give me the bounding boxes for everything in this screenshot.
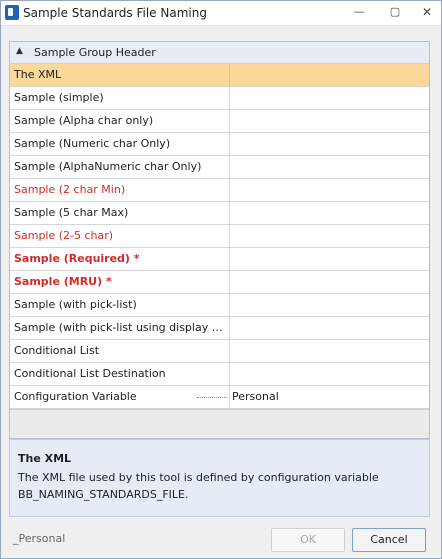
property-row-alphanumeric[interactable]: Sample (AlphaNumeric char Only) bbox=[10, 156, 429, 179]
property-value[interactable] bbox=[230, 202, 429, 224]
status-text: _Personal bbox=[13, 532, 66, 545]
property-name: Sample (AlphaNumeric char Only) bbox=[10, 156, 230, 178]
property-name: Sample (Required) * bbox=[10, 248, 230, 270]
property-value[interactable] bbox=[230, 225, 429, 247]
ok-button[interactable]: OK bbox=[271, 528, 345, 552]
title-bar[interactable]: Sample Standards File Naming — ▢ ✕ bbox=[1, 1, 441, 26]
group-header[interactable]: ▲ Sample Group Header bbox=[10, 42, 429, 64]
property-value[interactable] bbox=[230, 110, 429, 132]
property-row-5-char-max[interactable]: Sample (5 char Max) bbox=[10, 202, 429, 225]
property-row-2-char-min[interactable]: Sample (2 char Min) bbox=[10, 179, 429, 202]
window-title: Sample Standards File Naming bbox=[23, 6, 207, 20]
property-name: Sample (5 char Max) bbox=[10, 202, 230, 224]
property-name: Sample (2-5 char) bbox=[10, 225, 230, 247]
property-name: Sample (MRU) * bbox=[10, 271, 230, 293]
property-name: The XML bbox=[10, 64, 230, 86]
property-value[interactable] bbox=[230, 179, 429, 201]
property-name: Sample (with pick-list using display nam… bbox=[10, 317, 230, 339]
group-title: Sample Group Header bbox=[34, 46, 156, 59]
collapse-icon[interactable]: ▲ bbox=[16, 46, 23, 56]
property-name: Sample (with pick-list) bbox=[10, 294, 230, 316]
property-value[interactable] bbox=[230, 271, 429, 293]
property-row-numeric[interactable]: Sample (Numeric char Only) bbox=[10, 133, 429, 156]
property-name: Sample (simple) bbox=[10, 87, 230, 109]
minimize-icon[interactable]: — bbox=[351, 5, 367, 19]
property-value[interactable] bbox=[230, 294, 429, 316]
property-row-mru[interactable]: Sample (MRU) * bbox=[10, 271, 429, 294]
property-row-2-5-char[interactable]: Sample (2-5 char) bbox=[10, 225, 429, 248]
property-name: Conditional List Destination bbox=[10, 363, 230, 385]
grid-empty-area bbox=[10, 409, 429, 438]
close-icon[interactable]: ✕ bbox=[419, 5, 435, 19]
cancel-button[interactable]: Cancel bbox=[352, 528, 426, 552]
property-row-conditional-list-destination[interactable]: Conditional List Destination bbox=[10, 363, 429, 386]
property-row-simple[interactable]: Sample (simple) bbox=[10, 87, 429, 110]
property-row-the-xml[interactable]: The XML bbox=[10, 64, 429, 87]
property-value[interactable] bbox=[230, 64, 429, 86]
dialog-window: Sample Standards File Naming — ▢ ✕ ▲ Sam… bbox=[0, 0, 442, 559]
property-value[interactable] bbox=[230, 317, 429, 339]
property-row-pick-list[interactable]: Sample (with pick-list) bbox=[10, 294, 429, 317]
property-rows: The XML Sample (simple) Sample (Alpha ch… bbox=[10, 64, 429, 409]
property-row-pick-list-display-name[interactable]: Sample (with pick-list using display nam… bbox=[10, 317, 429, 340]
property-row-conditional-list[interactable]: Conditional List bbox=[10, 340, 429, 363]
property-value[interactable] bbox=[230, 248, 429, 270]
property-value[interactable] bbox=[230, 87, 429, 109]
property-value[interactable] bbox=[230, 156, 429, 178]
property-value[interactable] bbox=[230, 340, 429, 362]
property-row-alpha[interactable]: Sample (Alpha char only) bbox=[10, 110, 429, 133]
property-value[interactable] bbox=[230, 363, 429, 385]
splitter-handle[interactable] bbox=[197, 397, 227, 401]
description-text: The XML file used by this tool is define… bbox=[18, 471, 379, 501]
property-grid: ▲ Sample Group Header The XML Sample (si… bbox=[9, 41, 430, 439]
property-name: Conditional List bbox=[10, 340, 230, 362]
property-name: Sample (Numeric char Only) bbox=[10, 133, 230, 155]
app-icon bbox=[5, 5, 19, 20]
property-name: Sample (Alpha char only) bbox=[10, 110, 230, 132]
property-name: Sample (2 char Min) bbox=[10, 179, 230, 201]
property-value[interactable] bbox=[230, 133, 429, 155]
property-value[interactable]: Personal bbox=[230, 386, 429, 408]
maximize-icon[interactable]: ▢ bbox=[387, 5, 403, 19]
description-title: The XML bbox=[18, 452, 72, 465]
property-row-required[interactable]: Sample (Required) * bbox=[10, 248, 429, 271]
description-panel: The XML The XML file used by this tool i… bbox=[9, 439, 430, 517]
